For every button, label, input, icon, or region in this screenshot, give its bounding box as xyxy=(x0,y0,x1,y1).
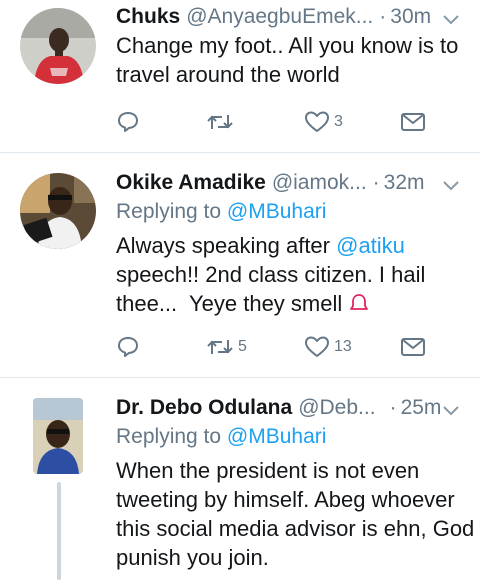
retweet-button[interactable] xyxy=(206,108,238,136)
avatar[interactable] xyxy=(20,173,96,249)
user-handle[interactable]: @Deb... xyxy=(298,396,375,420)
avatar[interactable] xyxy=(33,398,83,474)
display-name[interactable]: Chuks xyxy=(116,5,180,29)
timestamp[interactable]: 25m xyxy=(401,396,442,420)
separator-dot: · xyxy=(372,171,380,194)
retweet-icon xyxy=(206,110,234,134)
separator-dot: · xyxy=(389,396,397,419)
envelope-icon xyxy=(400,335,426,359)
reply-button[interactable] xyxy=(116,333,144,361)
timestamp[interactable]: 30m xyxy=(390,5,431,29)
tweet[interactable]: Chuks @AnyaegbuEmek... · 30m Change my f… xyxy=(0,0,480,152)
replying-to: Replying to @MBuhari xyxy=(116,425,326,449)
like-count: 13 xyxy=(334,338,352,355)
envelope-icon xyxy=(400,110,426,134)
retweet-button[interactable]: 5 xyxy=(206,333,247,361)
like-count: 3 xyxy=(334,113,343,130)
tweet-text: Change my foot.. All you know is to trav… xyxy=(116,33,459,87)
like-button[interactable]: 13 xyxy=(304,333,352,361)
user-handle[interactable]: @iamok... xyxy=(272,171,367,195)
retweet-icon xyxy=(206,335,234,359)
reply-icon xyxy=(116,110,140,134)
tweet-text: When the president is not even tweeting … xyxy=(116,458,475,570)
replying-to-mention[interactable]: @MBuhari xyxy=(227,425,327,448)
replying-to-label: Replying to xyxy=(116,200,222,223)
tweet-actions: 5 13 xyxy=(116,333,436,361)
like-button[interactable]: 3 xyxy=(304,108,343,136)
tweet[interactable]: Dr. Debo Odulana @Deb... · 25m Replying … xyxy=(0,378,480,580)
tweet-actions: 3 xyxy=(116,108,436,136)
display-name[interactable]: Dr. Debo Odulana xyxy=(116,396,292,420)
heart-icon xyxy=(304,335,330,359)
reply-button[interactable] xyxy=(116,108,144,136)
timestamp[interactable]: 32m xyxy=(384,171,425,195)
separator-dot: · xyxy=(379,5,387,28)
heart-icon xyxy=(304,110,330,134)
display-name[interactable]: Okike Amadike xyxy=(116,171,266,195)
reply-icon xyxy=(116,335,140,359)
avatar[interactable] xyxy=(20,8,96,84)
replying-to-label: Replying to xyxy=(116,425,222,448)
thread-connector-line xyxy=(57,482,61,580)
chevron-down-icon[interactable] xyxy=(442,9,460,25)
mention-link[interactable]: @atiku xyxy=(336,233,405,258)
tweet-text: Always speaking after @atiku speech!! 2n… xyxy=(116,231,476,321)
retweet-count: 5 xyxy=(238,338,247,355)
direct-message-button[interactable] xyxy=(400,333,426,361)
bell-emoji-icon xyxy=(348,292,370,321)
tweet[interactable]: Okike Amadike @iamok... · 32m Replying t… xyxy=(0,153,480,377)
user-handle[interactable]: @AnyaegbuEmek... xyxy=(186,5,373,29)
tweet-text-part: Always speaking after xyxy=(116,233,337,258)
chevron-down-icon[interactable] xyxy=(442,175,460,191)
chevron-down-icon[interactable] xyxy=(442,400,460,416)
replying-to-mention[interactable]: @MBuhari xyxy=(227,200,327,223)
direct-message-button[interactable] xyxy=(400,108,426,136)
replying-to: Replying to @MBuhari xyxy=(116,200,326,224)
